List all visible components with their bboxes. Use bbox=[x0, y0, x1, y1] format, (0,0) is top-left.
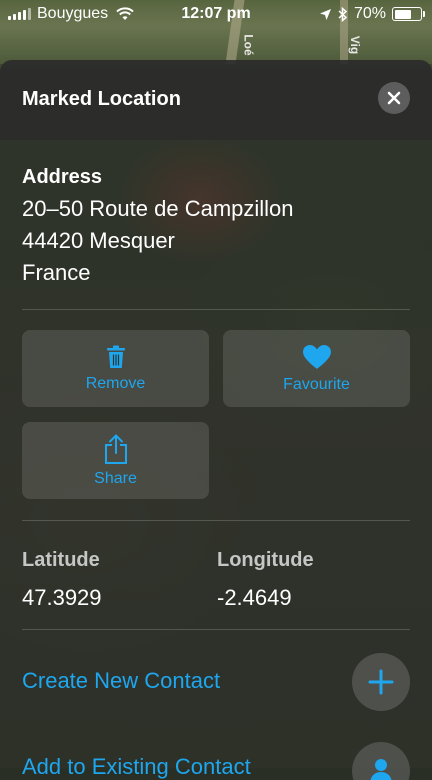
add-to-existing-contact-link[interactable]: Add to Existing Contact bbox=[22, 754, 251, 780]
address-line: France bbox=[22, 260, 91, 285]
sheet-header[interactable]: Marked Location bbox=[0, 60, 432, 140]
address-section: Address 20–50 Route de Campzillon 44420 … bbox=[0, 140, 432, 289]
person-icon bbox=[370, 759, 392, 780]
divider bbox=[22, 520, 410, 521]
latitude-label: Latitude bbox=[22, 549, 100, 571]
divider bbox=[22, 629, 410, 630]
add-existing-contact-button[interactable] bbox=[352, 742, 410, 780]
wifi-icon bbox=[116, 7, 134, 20]
favourite-label: Favourite bbox=[283, 375, 350, 393]
signal-icon bbox=[8, 8, 31, 20]
plus-icon bbox=[368, 669, 394, 695]
battery-percent: 70% bbox=[353, 5, 386, 22]
divider bbox=[22, 309, 410, 310]
map-street-label: Loé bbox=[241, 34, 256, 56]
map-street-label: Vig bbox=[348, 35, 363, 55]
share-label: Share bbox=[94, 469, 137, 487]
longitude-label: Longitude bbox=[217, 549, 314, 571]
address-line: 20–50 Route de Campzillon bbox=[22, 196, 294, 221]
close-icon bbox=[387, 91, 401, 105]
create-new-contact-link[interactable]: Create New Contact bbox=[22, 668, 220, 694]
location-arrow-icon bbox=[319, 8, 331, 20]
battery-fill bbox=[394, 9, 412, 19]
address-line: 44420 Mesquer bbox=[22, 228, 175, 253]
longitude-value: -2.4649 bbox=[217, 585, 292, 610]
close-button[interactable] bbox=[378, 82, 410, 114]
marked-location-sheet: Marked Location Address 20–50 Route de C… bbox=[0, 60, 432, 780]
remove-button[interactable]: Remove bbox=[22, 330, 209, 407]
address-label: Address bbox=[22, 166, 103, 188]
create-contact-button[interactable] bbox=[352, 653, 410, 711]
bluetooth-icon bbox=[338, 6, 348, 22]
sheet-title: Marked Location bbox=[22, 88, 181, 110]
heart-icon bbox=[302, 344, 331, 369]
battery-icon bbox=[392, 7, 425, 21]
latitude-value: 47.3929 bbox=[22, 585, 102, 610]
share-button[interactable]: Share bbox=[22, 422, 209, 499]
status-bar: Bouygues 12:07 pm 70% bbox=[0, 0, 432, 28]
share-icon bbox=[104, 433, 127, 464]
remove-label: Remove bbox=[85, 374, 146, 392]
favourite-button[interactable]: Favourite bbox=[223, 330, 410, 407]
trash-icon bbox=[106, 345, 125, 368]
carrier-name: Bouygues bbox=[37, 5, 109, 22]
